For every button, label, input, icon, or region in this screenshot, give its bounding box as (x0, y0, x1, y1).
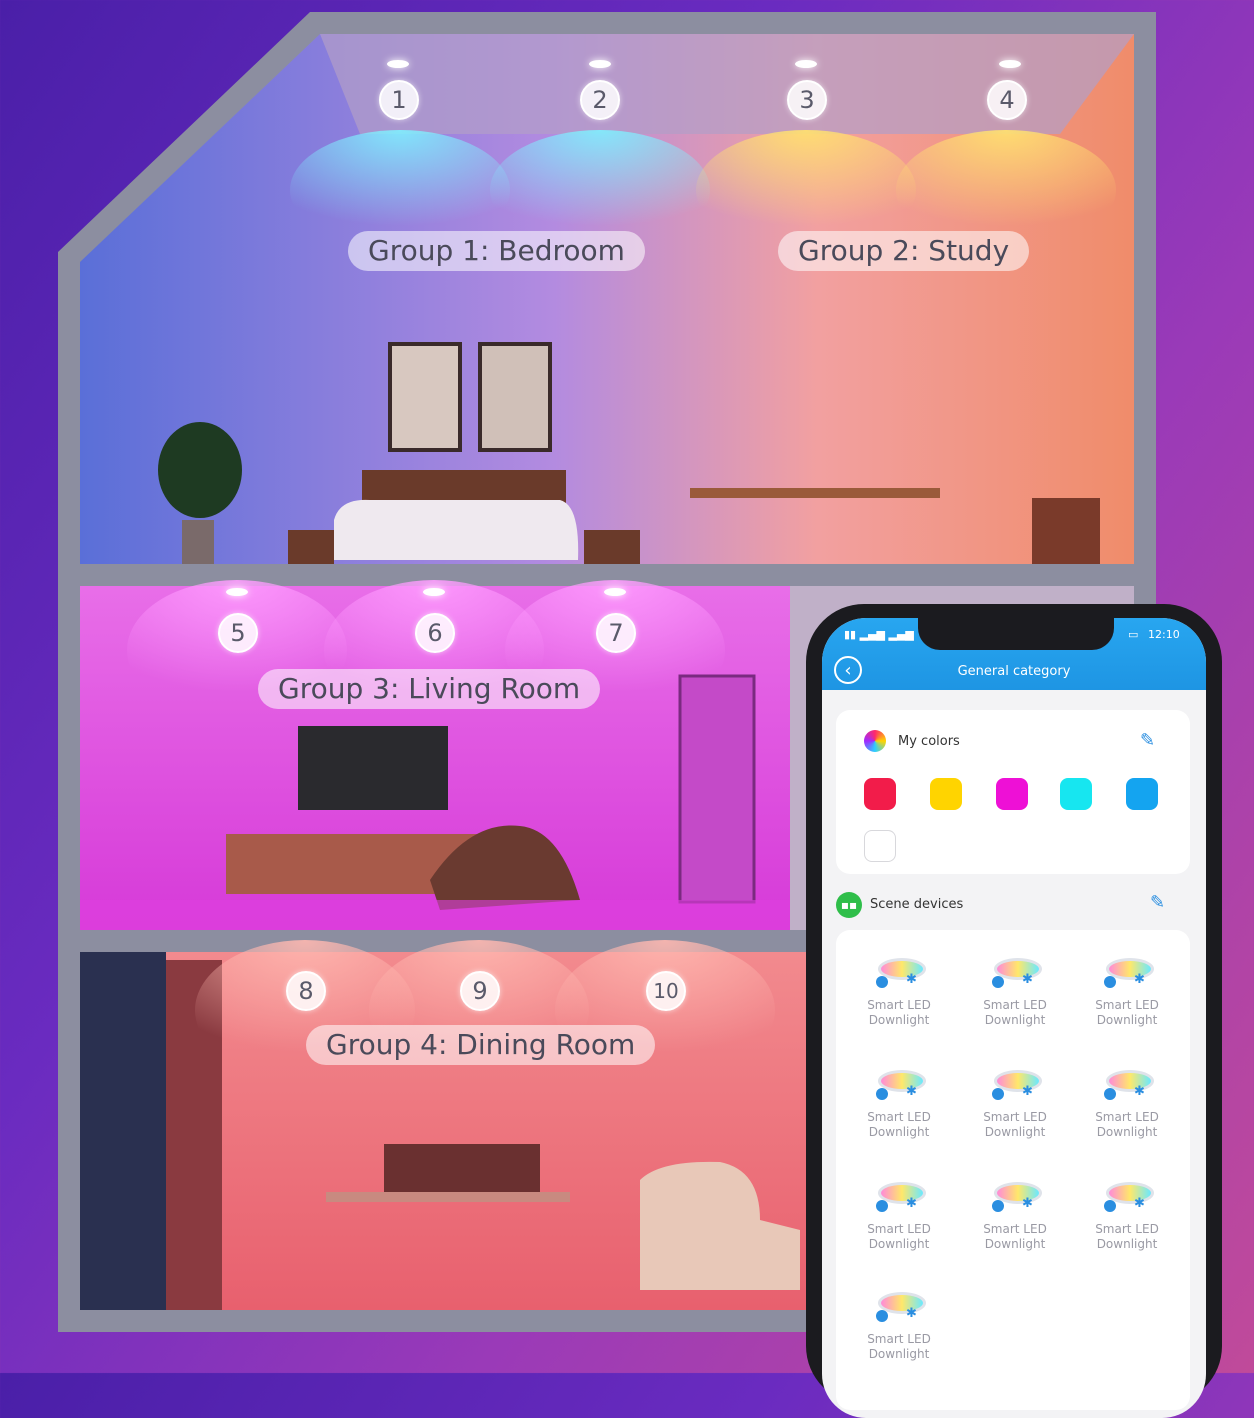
signal-icon: ▮▮ ▂▄▆ ▂▄▆ (844, 628, 914, 641)
group-label-bedroom: Group 1: Bedroom (348, 231, 645, 271)
device-name: Smart LED (867, 1332, 931, 1346)
group-label-study: Group 2: Study (778, 231, 1030, 271)
device-tile[interactable]: ✱ Smart LED Downlight (854, 1176, 944, 1252)
status-time: 12:10 (1148, 628, 1180, 641)
battery-icon: ▭ (1128, 628, 1139, 641)
downlight-icon: ✱ (992, 952, 1042, 992)
edit-scene-devices-icon[interactable]: ✎ (1150, 892, 1165, 913)
downlight-icon: ✱ (1104, 1064, 1154, 1104)
palette-icon (864, 730, 886, 752)
device-type: Downlight (1096, 1013, 1158, 1027)
color-swatch-red[interactable] (864, 778, 896, 810)
ceiling-light (423, 588, 445, 596)
device-name: Smart LED (867, 1222, 931, 1236)
ceiling-light (795, 60, 817, 68)
device-name: Smart LED (867, 1110, 931, 1124)
edit-colors-icon[interactable]: ✎ (1140, 730, 1155, 751)
scene-devices-card: ✱ Smart LED Downlight ✱ Smart LED Downlight ✱ S… (836, 930, 1190, 1410)
ceiling-light (589, 60, 611, 68)
my-colors-card: My colors ✎ (836, 710, 1190, 874)
device-name: Smart LED (983, 1110, 1047, 1124)
ceiling-light (999, 60, 1021, 68)
device-type: Downlight (984, 1013, 1046, 1027)
device-name: Smart LED (1095, 998, 1159, 1012)
device-type: Downlight (868, 1125, 930, 1139)
phone-notch (918, 618, 1114, 650)
device-name: Smart LED (1095, 1110, 1159, 1124)
downlight-icon: ✱ (1104, 952, 1154, 992)
device-type: Downlight (868, 1237, 930, 1251)
device-tile[interactable]: ✱ Smart LED Downlight (1082, 952, 1172, 1028)
group-label-living-room: Group 3: Living Room (258, 669, 601, 709)
device-type: Downlight (1096, 1125, 1158, 1139)
device-tile[interactable]: ✱ Smart LED Downlight (970, 952, 1060, 1028)
device-name: Smart LED (983, 998, 1047, 1012)
downlight-icon: ✱ (992, 1176, 1042, 1216)
ceiling-light (226, 588, 248, 596)
device-tile[interactable]: ✱ Smart LED Downlight (970, 1064, 1060, 1140)
ceiling-light (604, 588, 626, 596)
device-tile[interactable]: ✱ Smart LED Downlight (1082, 1064, 1172, 1140)
downlight-icon: ✱ (876, 1064, 926, 1104)
downlight-icon: ✱ (876, 1176, 926, 1216)
device-type: Downlight (868, 1347, 930, 1361)
light-number: 8 (286, 971, 326, 1011)
color-swatch-cyan[interactable] (1060, 778, 1092, 810)
downlight-icon: ✱ (992, 1064, 1042, 1104)
device-name: Smart LED (1095, 1222, 1159, 1236)
group-label-dining-room: Group 4: Dining Room (306, 1025, 656, 1065)
light-number: 2 (580, 80, 620, 120)
scene-devices-label: Scene devices (870, 897, 964, 912)
light-number: 3 (787, 80, 827, 120)
phone: ▮▮ ▂▄▆ ▂▄▆ ▭ 12:10 ‹ General category My… (806, 604, 1222, 1418)
light-number: 5 (218, 613, 258, 653)
device-type: Downlight (868, 1013, 930, 1027)
device-tile[interactable]: ✱ Smart LED Downlight (1082, 1176, 1172, 1252)
device-type: Downlight (1096, 1237, 1158, 1251)
downlight-icon: ✱ (876, 1286, 926, 1326)
ceiling-light (387, 60, 409, 68)
device-type: Downlight (984, 1125, 1046, 1139)
light-number: 9 (460, 971, 500, 1011)
device-name: Smart LED (983, 1222, 1047, 1236)
device-type: Downlight (984, 1237, 1046, 1251)
light-number: 10 (646, 971, 686, 1011)
color-swatch-yellow[interactable] (930, 778, 962, 810)
device-tile[interactable]: ✱ Smart LED Downlight (854, 1064, 944, 1140)
light-number: 7 (596, 613, 636, 653)
device-name: Smart LED (867, 998, 931, 1012)
device-tile[interactable]: ✱ Smart LED Downlight (854, 1286, 944, 1362)
my-colors-label: My colors (898, 734, 960, 749)
downlight-icon: ✱ (1104, 1176, 1154, 1216)
color-swatch-white[interactable] (864, 830, 896, 862)
light-number: 4 (987, 80, 1027, 120)
scene-devices-icon: ▪▪ (836, 892, 862, 918)
page-title: General category (957, 664, 1071, 679)
color-swatch-magenta[interactable] (996, 778, 1028, 810)
light-number: 6 (415, 613, 455, 653)
phone-screen: ▮▮ ▂▄▆ ▂▄▆ ▭ 12:10 ‹ General category My… (822, 618, 1206, 1418)
color-swatch-blue[interactable] (1126, 778, 1158, 810)
light-number: 1 (379, 80, 419, 120)
device-tile[interactable]: ✱ Smart LED Downlight (854, 952, 944, 1028)
downlight-icon: ✱ (876, 952, 926, 992)
device-tile[interactable]: ✱ Smart LED Downlight (970, 1176, 1060, 1252)
